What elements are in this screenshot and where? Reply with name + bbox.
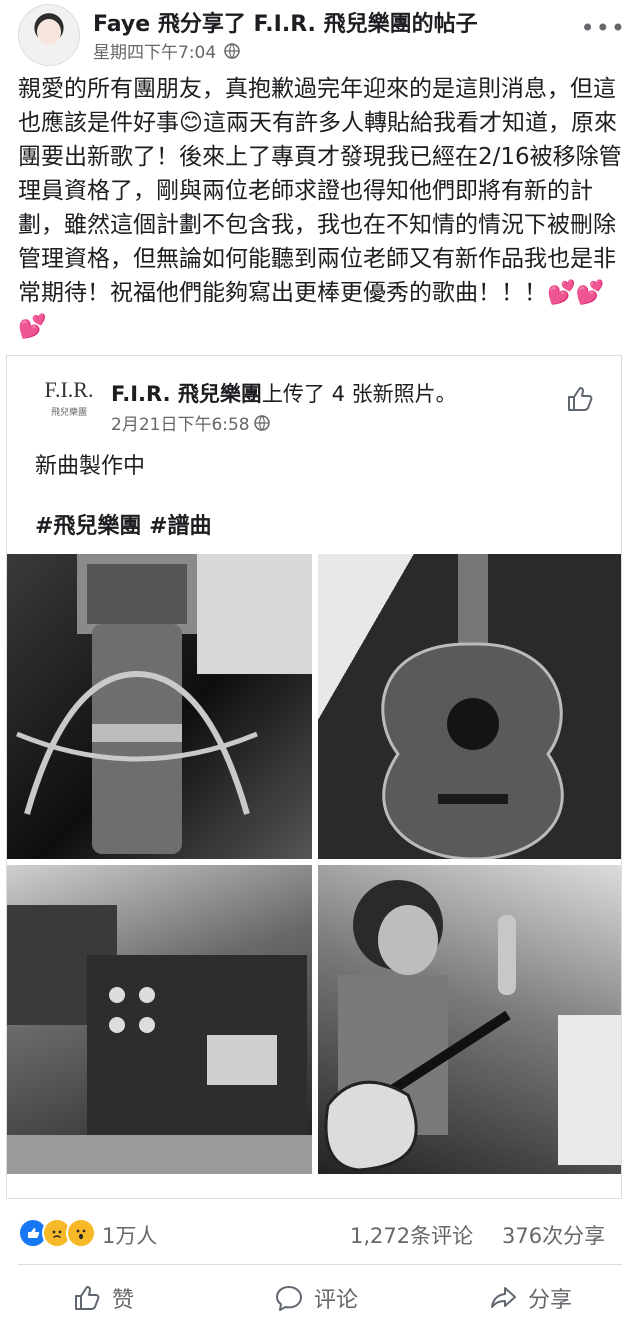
like-button[interactable]: 赞: [72, 1282, 134, 1314]
shared-card-title: F.I.R. 飛兒樂團上传了 4 张新照片。: [111, 378, 457, 408]
shared-card-text: 新曲製作中: [35, 454, 146, 479]
author-line: Faye 飛分享了 F.I.R. 飛兒樂團的帖子: [93, 6, 478, 38]
audio-equipment-photo[interactable]: [7, 865, 312, 1174]
acoustic-guitar-photo[interactable]: [318, 554, 621, 859]
thumbs-up-icon[interactable]: [565, 384, 595, 414]
post-header: Faye 飛分享了 F.I.R. 飛兒樂團的帖子 星期四下午7:04 •••: [0, 0, 640, 70]
comments-count[interactable]: 1,272条评论: [350, 1220, 473, 1250]
shared-card-timestamp[interactable]: 2月21日下午6:58: [111, 410, 250, 435]
actions-divider: [18, 1264, 622, 1265]
share-label: 分享: [528, 1288, 573, 1313]
shared-post-card[interactable]: F.I.R. 飛兒樂團 F.I.R. 飛兒樂團上传了 4 张新照片。 2月21日…: [6, 355, 622, 1199]
photo-grid: [7, 554, 621, 1174]
shared-card-meta: 2月21日下午6:58: [111, 410, 270, 435]
page-logo[interactable]: F.I.R. 飛兒樂團: [39, 377, 99, 435]
avatar[interactable]: [18, 4, 80, 66]
musician-guitar-photo[interactable]: [318, 865, 621, 1174]
reaction-count[interactable]: 1万人: [102, 1220, 157, 1250]
post-actions: 赞 评论 分享: [0, 1270, 640, 1327]
shared-card-hashtags[interactable]: #飛兒樂團 #譜曲: [35, 508, 212, 540]
comment-label: 评论: [314, 1288, 359, 1313]
post-timestamp[interactable]: 星期四下午7:04: [93, 38, 216, 63]
reactions-bar: 1万人 1,272条评论 376次分享: [0, 1208, 640, 1258]
comment-button[interactable]: 评论: [274, 1282, 358, 1314]
shared-text[interactable]: 分享了 F.I.R. 飛兒樂團的帖子: [180, 12, 478, 37]
logo-text: F.I.R.: [44, 377, 94, 402]
shares-count[interactable]: 376次分享: [502, 1220, 605, 1250]
globe-icon: [224, 42, 240, 59]
author-name[interactable]: Faye 飛: [93, 12, 180, 37]
thumbs-up-icon: [75, 1286, 100, 1310]
microphone-photo[interactable]: [7, 554, 312, 859]
globe-icon: [253, 414, 270, 431]
logo-subtext: 飛兒樂團: [50, 407, 87, 417]
wow-reaction-icon: [66, 1218, 96, 1248]
upload-action-text: 上传了 4 张新照片。: [261, 382, 457, 406]
post-meta: 星期四下午7:04: [93, 38, 240, 63]
post-body: 親愛的所有團朋友，真抱歉過完年迎來的是這則消息，但這也應該是件好事😊這兩天有許多…: [18, 76, 622, 340]
more-dots-icon[interactable]: •••: [581, 14, 626, 42]
share-button[interactable]: 分享: [488, 1282, 572, 1314]
comment-bubble-icon: [276, 1286, 302, 1311]
share-arrow-icon: [491, 1287, 516, 1308]
page-name[interactable]: F.I.R. 飛兒樂團: [111, 382, 262, 406]
reaction-icons[interactable]: [18, 1218, 96, 1248]
like-label: 赞: [112, 1288, 135, 1313]
